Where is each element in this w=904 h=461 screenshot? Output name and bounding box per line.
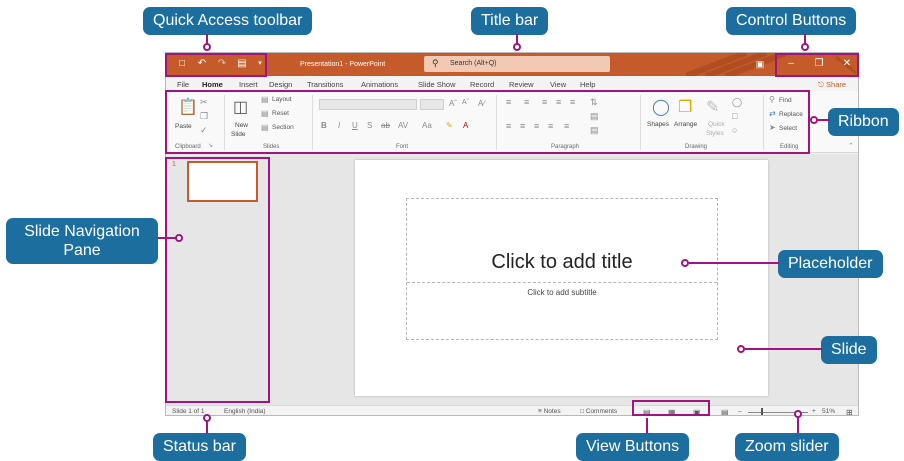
callout-placeholder: Placeholder [778, 250, 883, 278]
search-box[interactable]: ⚲ Search (Alt+Q) [424, 56, 610, 72]
annotated-screenshot: □ ↶ ↷ ▤ ▾ Presentation1 - PowerPoint ⚲ S… [0, 0, 904, 461]
callout-slide-nav: Slide Navigation Pane [6, 218, 158, 264]
ribbon-tabs: File Home Insert Design Transitions Anim… [166, 76, 858, 92]
control-buttons-highlight [775, 53, 859, 77]
callout-view-buttons: View Buttons [576, 433, 690, 461]
slide-count: Slide 1 of 1 [172, 408, 205, 415]
notes-button[interactable]: ≡ Notes [538, 408, 561, 415]
title-placeholder-text: Click to add title [491, 251, 633, 273]
connector-dot [681, 259, 689, 267]
comment-icon: □ [580, 408, 584, 415]
share-label: Share [826, 80, 847, 89]
callout-control-buttons: Control Buttons [726, 7, 857, 35]
connector [797, 417, 799, 433]
callout-quick-access: Quick Access toolbar [143, 7, 313, 35]
connector [206, 421, 208, 433]
notes-icon: ≡ [538, 408, 542, 415]
window-title: Presentation1 - PowerPoint [300, 61, 386, 68]
comments-button[interactable]: □ Comments [580, 408, 617, 415]
tab-view[interactable]: View [550, 80, 566, 89]
connector-dot [513, 43, 521, 51]
language[interactable]: English (India) [224, 408, 266, 415]
connector [745, 348, 822, 350]
connector-dot [801, 43, 809, 51]
connector [689, 262, 779, 264]
placeholder[interactable]: Click to add title Click to add subtitle [406, 198, 718, 340]
share-button[interactable]: ⎋ Share [818, 80, 846, 90]
callout-title-bar: Title bar [471, 7, 549, 35]
tab-insert[interactable]: Insert [239, 80, 258, 89]
zoom-out-icon[interactable]: – [738, 408, 742, 415]
tab-help[interactable]: Help [580, 80, 595, 89]
connector-dot [737, 345, 745, 353]
tab-file[interactable]: File [177, 80, 189, 89]
tab-slide-show[interactable]: Slide Show [418, 80, 456, 89]
comments-label: Comments [585, 408, 618, 415]
fit-slide-icon[interactable]: ⊞ [846, 408, 853, 415]
slide-show-icon[interactable]: ▤ [721, 408, 729, 415]
title-placeholder[interactable]: Click to add title [407, 199, 717, 283]
notes-label: Notes [543, 408, 561, 415]
search-placeholder: Search (Alt+Q) [450, 60, 497, 67]
tab-design[interactable]: Design [269, 80, 292, 89]
nav-pane-highlight [165, 157, 270, 403]
tab-transitions[interactable]: Transitions [307, 80, 343, 89]
slide-canvas[interactable]: Click to add title Click to add subtitle [355, 160, 768, 396]
zoom-slider-thumb[interactable] [761, 408, 763, 415]
callout-zoom-slider: Zoom slider [735, 433, 839, 461]
zoom-level[interactable]: 51% [822, 408, 835, 415]
connector-dot [810, 116, 818, 124]
search-icon: ⚲ [432, 58, 439, 68]
callout-status-bar: Status bar [153, 433, 246, 461]
subtitle-placeholder-text[interactable]: Click to add subtitle [407, 288, 717, 297]
tab-record[interactable]: Record [470, 80, 494, 89]
view-buttons-highlight [632, 400, 710, 416]
connector-dot [203, 43, 211, 51]
connector [818, 119, 830, 121]
tab-animations[interactable]: Animations [361, 80, 398, 89]
ribbon-display-icon[interactable]: ▣ [754, 58, 766, 70]
title-bar: □ ↶ ↷ ▤ ▾ Presentation1 - PowerPoint ⚲ S… [166, 53, 858, 76]
connector [646, 418, 648, 433]
zoom-in-icon[interactable]: + [812, 408, 816, 415]
share-icon: ⎋ [818, 80, 827, 89]
callout-slide: Slide [821, 336, 877, 364]
ribbon-highlight [165, 90, 810, 154]
status-bar: Slide 1 of 1 English (India) ≡ Notes □ C… [166, 405, 858, 415]
tab-review[interactable]: Review [509, 80, 534, 89]
connector-dot [175, 234, 183, 242]
collapse-ribbon-icon[interactable]: ⌃ [848, 142, 854, 150]
quick-access-highlight [165, 53, 267, 77]
callout-ribbon: Ribbon [828, 108, 899, 136]
connector [158, 237, 176, 239]
